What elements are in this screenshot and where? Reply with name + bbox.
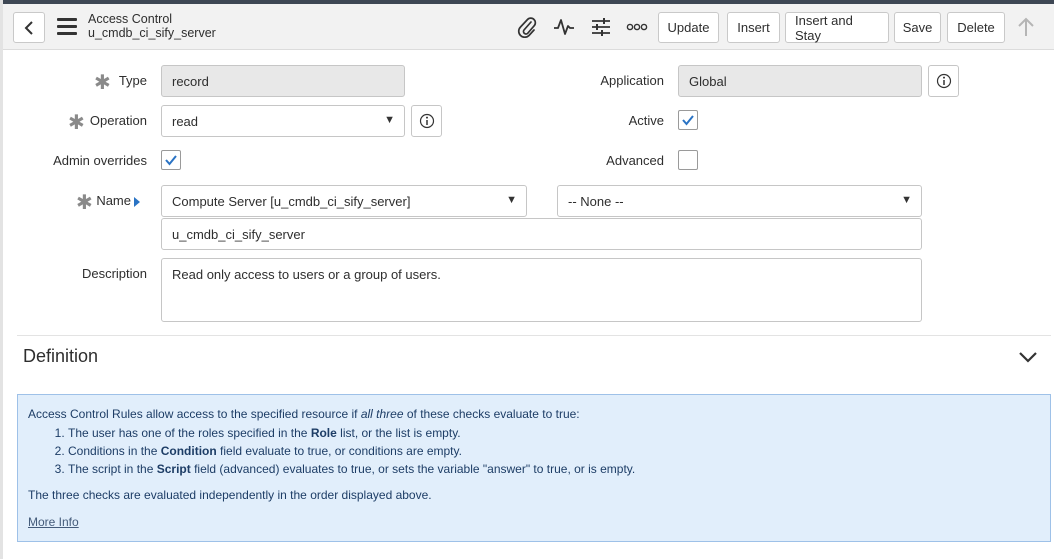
name-text-field[interactable]: u_cmdb_ci_sify_server: [161, 218, 922, 250]
type-label: Type: [118, 73, 147, 88]
info-intro-text: Access Control Rules allow access to the…: [28, 407, 361, 421]
list-item: The user has one of the roles specified …: [68, 424, 635, 442]
admin-overrides-label: Admin overrides: [53, 153, 147, 168]
more-icon[interactable]: [626, 16, 648, 38]
type-value: record: [172, 73, 209, 89]
dropdown-caret-icon: ▼: [901, 194, 912, 206]
type-field: record: [161, 65, 405, 97]
description-value: Read only access to users or a group of …: [172, 267, 441, 282]
operation-label: Operation: [89, 113, 147, 128]
update-button[interactable]: Update: [658, 12, 719, 43]
list-item: The script in the Script field (advanced…: [68, 460, 635, 478]
activity-icon[interactable]: [553, 16, 575, 38]
back-button[interactable]: [13, 12, 45, 43]
section-divider: [17, 335, 1051, 336]
back-icon: [24, 20, 33, 35]
active-label: Active: [628, 113, 664, 128]
name-field-value: -- None --: [568, 193, 624, 209]
application-value: Global: [689, 73, 727, 89]
info-checks-list: The user has one of the roles specified …: [50, 424, 635, 478]
left-border: [0, 0, 3, 559]
form-header: Access Control u_cmdb_ci_sify_server Upd…: [3, 4, 1054, 50]
insert-and-stay-button[interactable]: Insert and Stay: [785, 12, 889, 43]
insert-button[interactable]: Insert: [727, 12, 780, 43]
arrow-up-icon[interactable]: [1015, 16, 1037, 38]
info-intro: Access Control Rules allow access to the…: [28, 407, 580, 421]
save-button[interactable]: Save: [894, 12, 941, 43]
checkmark-icon: [165, 155, 177, 166]
name-table-select[interactable]: Compute Server [u_cmdb_ci_sify_server] ▼: [161, 185, 527, 217]
operation-info-button[interactable]: [411, 105, 442, 137]
list-item: Conditions in the Condition field evalua…: [68, 442, 635, 460]
application-field: Global: [678, 65, 922, 97]
description-label: Description: [81, 266, 147, 281]
name-table-value: Compute Server [u_cmdb_ci_sify_server]: [172, 193, 411, 209]
title-block: Access Control u_cmdb_ci_sify_server: [88, 12, 216, 40]
info-independent-note: The three checks are evaluated independe…: [28, 488, 432, 502]
more-info-link[interactable]: More Info: [28, 515, 79, 529]
operation-select[interactable]: read ▼: [161, 105, 405, 137]
advanced-label: Advanced: [606, 153, 664, 168]
dropdown-caret-icon: ▼: [506, 194, 517, 206]
definition-info-box: Access Control Rules allow access to the…: [17, 394, 1051, 542]
dropdown-caret-icon: ▼: [384, 114, 395, 126]
page-title: Access Control: [88, 12, 173, 26]
application-label: Application: [600, 73, 664, 88]
delete-button[interactable]: Delete: [947, 12, 1005, 43]
application-info-button[interactable]: [928, 65, 959, 97]
menu-icon[interactable]: [57, 18, 77, 35]
admin-overrides-checkbox[interactable]: [161, 150, 181, 170]
name-label: Name: [96, 193, 131, 208]
definition-section-title: Definition: [23, 346, 99, 366]
page-subtitle: u_cmdb_ci_sify_server: [88, 26, 216, 40]
description-textarea[interactable]: Read only access to users or a group of …: [161, 258, 922, 322]
name-field-select[interactable]: -- None -- ▼: [557, 185, 922, 217]
active-checkbox[interactable]: [678, 110, 698, 130]
advanced-checkbox[interactable]: [678, 150, 698, 170]
info-icon: [419, 113, 434, 129]
info-icon: [936, 73, 951, 89]
info-intro-emphasis: all three: [360, 407, 404, 421]
chevron-down-icon[interactable]: [1018, 350, 1038, 367]
name-text-value: u_cmdb_ci_sify_server: [172, 226, 305, 242]
sliders-icon[interactable]: [590, 16, 612, 38]
checkmark-icon: [682, 115, 694, 126]
info-intro-text: of these checks evaluate to true:: [403, 407, 580, 421]
operation-value: read: [172, 113, 199, 129]
name-expand-arrow-icon[interactable]: [134, 197, 140, 207]
paperclip-icon[interactable]: [516, 16, 538, 38]
